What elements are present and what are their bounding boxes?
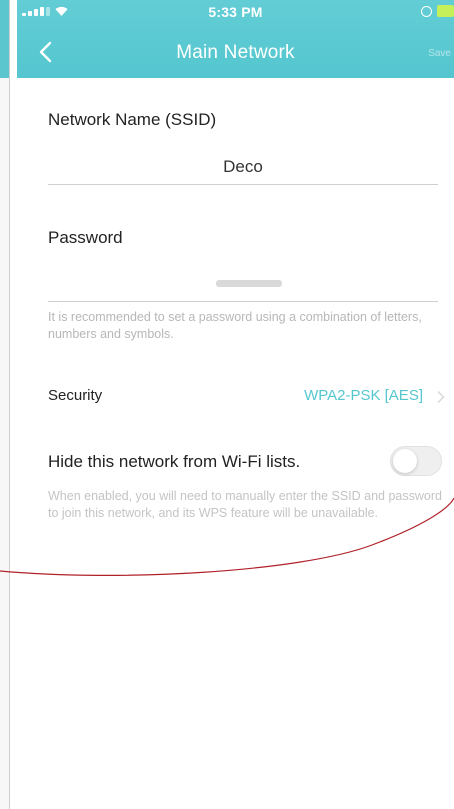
chevron-left-icon[interactable] bbox=[35, 40, 57, 64]
status-time: 5:33 PM bbox=[208, 4, 263, 20]
battery-icon bbox=[437, 5, 454, 17]
password-masked-value bbox=[216, 280, 282, 287]
password-hint: It is recommended to set a password usin… bbox=[48, 310, 422, 341]
page-title: Main Network bbox=[176, 42, 295, 63]
ssid-label: Network Name (SSID) bbox=[48, 110, 217, 129]
hide-network-description: When enabled, you will need to manually … bbox=[48, 489, 442, 520]
save-button[interactable]: Save bbox=[403, 48, 451, 59]
hide-network-label: Hide this network from Wi-Fi lists. bbox=[48, 452, 301, 471]
password-label: Password bbox=[48, 228, 123, 247]
security-label: Security bbox=[48, 387, 103, 404]
status-bar: 5:33 PM bbox=[17, 0, 454, 24]
previous-screen-edge bbox=[0, 0, 10, 809]
hide-network-toggle[interactable] bbox=[390, 446, 442, 476]
ssid-input[interactable] bbox=[48, 150, 438, 185]
alarm-icon bbox=[421, 6, 432, 17]
password-input[interactable] bbox=[48, 268, 438, 302]
security-value: WPA2-PSK [AES] bbox=[304, 387, 423, 404]
header: 5:33 PM Main Network Save bbox=[17, 0, 454, 78]
security-row[interactable]: Security WPA2-PSK [AES] bbox=[48, 380, 453, 416]
chevron-right-icon bbox=[437, 391, 445, 403]
app-root: 5:33 PM Main Network Save Network Name (… bbox=[0, 0, 454, 809]
main-network-screen: 5:33 PM Main Network Save Network Name (… bbox=[17, 0, 454, 809]
toggle-knob bbox=[393, 449, 417, 473]
previous-screen-header-edge bbox=[0, 0, 9, 78]
